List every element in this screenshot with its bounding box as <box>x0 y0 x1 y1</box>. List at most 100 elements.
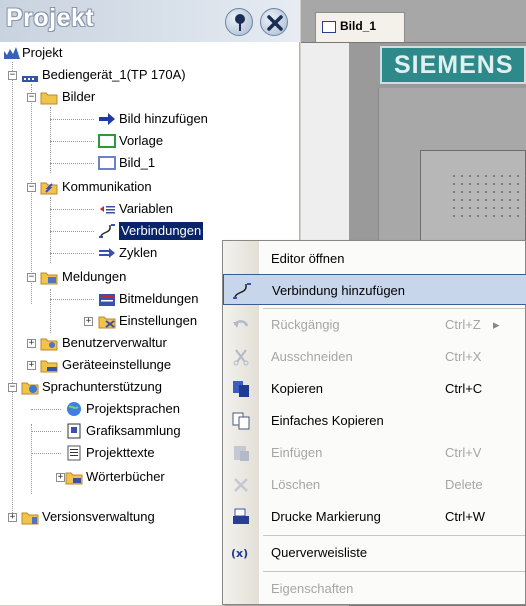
menu-item-shortcut: Ctrl+C <box>445 381 483 396</box>
add-connection-icon <box>233 283 251 299</box>
tree-item-label: Projektsprachen <box>86 401 180 416</box>
expand-toggle[interactable]: + <box>84 317 93 326</box>
bitmessage-icon <box>99 294 115 306</box>
add-arrow-icon <box>99 113 115 125</box>
paste-icon <box>234 446 249 461</box>
tree-item-label: Sprachunterstützung <box>42 379 162 394</box>
menu-item-drucke-markierung[interactable]: Drucke Markierung Ctrl+W <box>223 501 526 532</box>
tree-item-label: Verbindungen <box>119 222 204 240</box>
tree-item-kommunikation[interactable]: − Kommunikation <box>0 176 300 198</box>
version-icon <box>21 512 39 525</box>
folder-icon <box>40 272 58 285</box>
menu-item-kopieren[interactable]: Kopieren Ctrl+C <box>223 373 526 404</box>
tree-item-bild-hinzufuegen[interactable]: Bild hinzufügen <box>0 108 300 130</box>
tree-item-label: Bilder <box>62 89 96 104</box>
collapse-toggle[interactable]: − <box>27 183 36 192</box>
panel-header: Projekt <box>0 0 300 42</box>
folder-icon <box>40 360 58 373</box>
template-icon <box>98 134 116 148</box>
hmi-dot-grid <box>450 172 526 222</box>
menu-item-label: Ausschneiden <box>271 349 353 364</box>
menu-item-editor-oeffnen[interactable]: Editor öffnen <box>223 243 526 274</box>
variables-icon <box>100 206 115 214</box>
print-icon <box>233 508 249 524</box>
graphics-icon <box>67 423 81 439</box>
tree-item-device[interactable]: − Bediengerät_1(TP 170A) <box>0 64 300 86</box>
menu-item-label: Einfügen <box>271 445 323 460</box>
tree-item-vorlage[interactable]: Vorlage <box>0 130 300 152</box>
folder-icon <box>40 92 58 105</box>
menu-item-shortcut: Ctrl+X <box>445 349 482 364</box>
collapse-toggle[interactable]: − <box>27 93 36 102</box>
pin-button[interactable] <box>225 8 253 36</box>
tab-bild-1[interactable]: Bild_1 <box>315 12 405 42</box>
tree-item-label: Bitmeldungen <box>119 291 199 306</box>
collapse-toggle[interactable]: − <box>8 71 17 80</box>
menu-item-loeschen[interactable]: Löschen Delete <box>223 469 526 500</box>
menu-item-verbindung-hinzufuegen[interactable]: Verbindung hinzufügen <box>223 274 526 305</box>
dictionary-icon <box>65 472 83 485</box>
tree-item-label: Bild hinzufügen <box>119 111 208 126</box>
menu-item-label: Verbindung hinzufügen <box>272 283 406 298</box>
cross-reference-icon: (x) <box>231 547 248 560</box>
menu-item-label: Einfaches Kopieren <box>271 413 384 428</box>
communication-icon <box>40 182 58 195</box>
collapse-toggle[interactable]: − <box>27 273 36 282</box>
menu-item-label: Querverweisliste <box>271 545 368 560</box>
screen-icon <box>322 21 336 33</box>
tree-item-bilder[interactable]: − Bilder <box>0 86 300 108</box>
tree-item-label: Geräteeinstellunge <box>62 357 172 372</box>
close-icon <box>267 15 283 31</box>
tree-item-label: Bediengerät_1(TP 170A) <box>42 67 186 82</box>
pin-icon <box>235 14 245 31</box>
expand-toggle[interactable]: + <box>56 473 65 482</box>
tree-item-label: Bild_1 <box>119 155 156 170</box>
cycles-icon <box>99 248 115 258</box>
tab-label: Bild_1 <box>340 19 377 33</box>
menu-item-shortcut: Ctrl+V <box>445 445 482 460</box>
menu-item-querverweisliste[interactable]: (x) Querverweisliste <box>223 537 526 568</box>
tree-item-variablen[interactable]: Variablen <box>0 198 300 220</box>
tree-item-label: Projekttexte <box>86 445 155 460</box>
menu-item-label: Drucke Markierung <box>271 509 381 524</box>
tree-item-label: Zyklen <box>119 245 158 260</box>
menu-item-label: Eigenschaften <box>271 581 354 596</box>
tree-item-label: Projekt <box>22 45 63 60</box>
copy-icon <box>233 381 249 397</box>
menu-item-einfaches-kopieren[interactable]: Einfaches Kopieren <box>223 405 526 436</box>
tree-item-label: Vorlage <box>119 133 164 148</box>
globe-icon <box>67 402 81 416</box>
tree-item-label: Meldungen <box>62 269 127 284</box>
delete-icon <box>234 478 248 492</box>
menu-item-label: Rückgängig <box>271 317 340 332</box>
menu-item-eigenschaften[interactable]: Eigenschaften <box>223 573 526 604</box>
tree-item-bild-1[interactable]: Bild_1 <box>0 152 300 174</box>
tree-item-label: Versionsverwaltung <box>42 509 155 524</box>
panel-title: Projekt <box>6 4 95 32</box>
menu-item-einfuegen[interactable]: Einfügen Ctrl+V <box>223 437 526 468</box>
close-button[interactable] <box>260 8 288 36</box>
tree-item-label: Wörterbücher <box>86 469 165 484</box>
menu-item-label: Editor öffnen <box>271 251 345 266</box>
tree-item-label: Einstellungen <box>119 313 198 328</box>
folder-icon <box>21 382 39 395</box>
expand-toggle[interactable]: + <box>8 513 17 522</box>
siemens-logo-text: SIEMENS <box>394 51 514 79</box>
expand-toggle[interactable]: + <box>27 339 36 348</box>
device-icon <box>22 76 38 82</box>
submenu-arrow-icon: ▸ <box>493 317 500 332</box>
tree-item-label: Grafiksammlung <box>86 423 181 438</box>
screen-icon <box>98 156 116 170</box>
collapse-toggle[interactable]: − <box>8 383 17 392</box>
menu-item-label: Kopieren <box>271 381 324 396</box>
folder-icon <box>40 338 58 351</box>
simple-copy-icon <box>232 412 250 430</box>
menu-item-label: Löschen <box>271 477 321 492</box>
tree-item-verbindungen[interactable]: Verbindungen <box>0 220 300 242</box>
expand-toggle[interactable]: + <box>27 361 36 370</box>
undo-icon <box>233 320 249 328</box>
tree-item-projekt[interactable]: Projekt <box>0 42 300 64</box>
menu-item-ausschneiden[interactable]: Ausschneiden Ctrl+X <box>223 341 526 372</box>
menu-item-shortcut: Delete <box>445 477 483 492</box>
menu-item-rueckgaengig[interactable]: Rückgängig Ctrl+Z ▸ <box>223 309 526 340</box>
